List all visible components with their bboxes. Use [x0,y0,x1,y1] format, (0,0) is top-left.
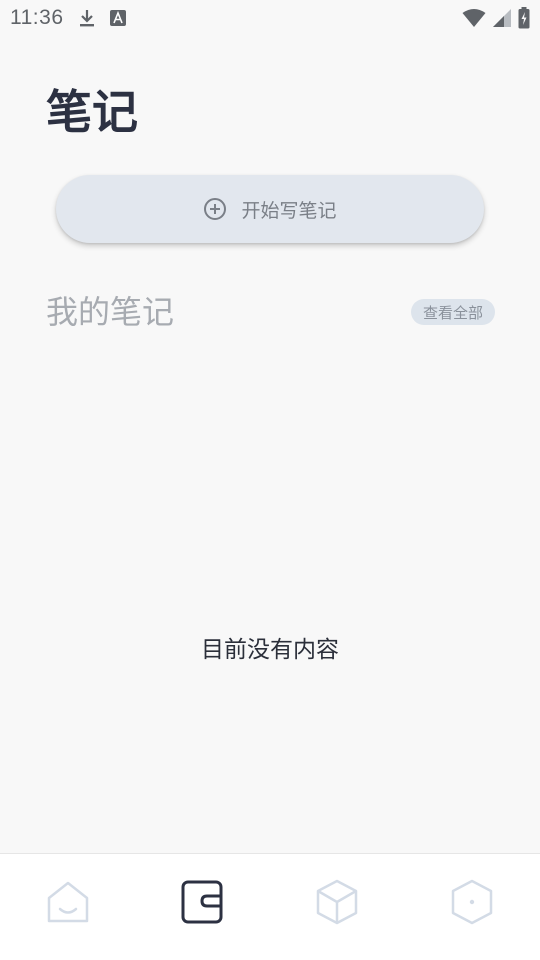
status-bar: 11:36 [0,0,540,36]
notes-icon [180,879,224,925]
cube-icon [314,878,360,926]
signal-icon [492,8,512,28]
hexagon-icon [449,878,495,926]
start-writing-button[interactable]: 开始写笔记 [56,175,484,243]
bottom-nav [0,853,540,960]
status-left: 11:36 [0,6,126,30]
wifi-icon [462,8,486,28]
nav-item-notes[interactable] [172,872,232,932]
start-writing-label: 开始写笔记 [241,199,337,222]
text-a-icon [109,10,126,26]
download-icon [78,8,96,28]
home-icon [45,879,91,925]
section-title: 我的笔记 [46,293,175,331]
empty-state-message: 目前没有内容 [201,637,339,663]
nav-item-hexagon[interactable] [442,872,502,932]
plus-circle-icon [203,197,227,221]
status-time: 11:36 [10,6,64,29]
nav-item-home[interactable] [38,872,98,932]
nav-item-cube[interactable] [307,872,367,932]
page-title: 笔记 [46,85,138,139]
battery-charging-icon [518,7,530,29]
notes-screen: 11:36 笔记 开始写笔记 我的笔记 查看全部 目前没有内容 [0,0,540,960]
status-right [462,7,540,29]
view-all-button[interactable]: 查看全部 [411,299,495,325]
